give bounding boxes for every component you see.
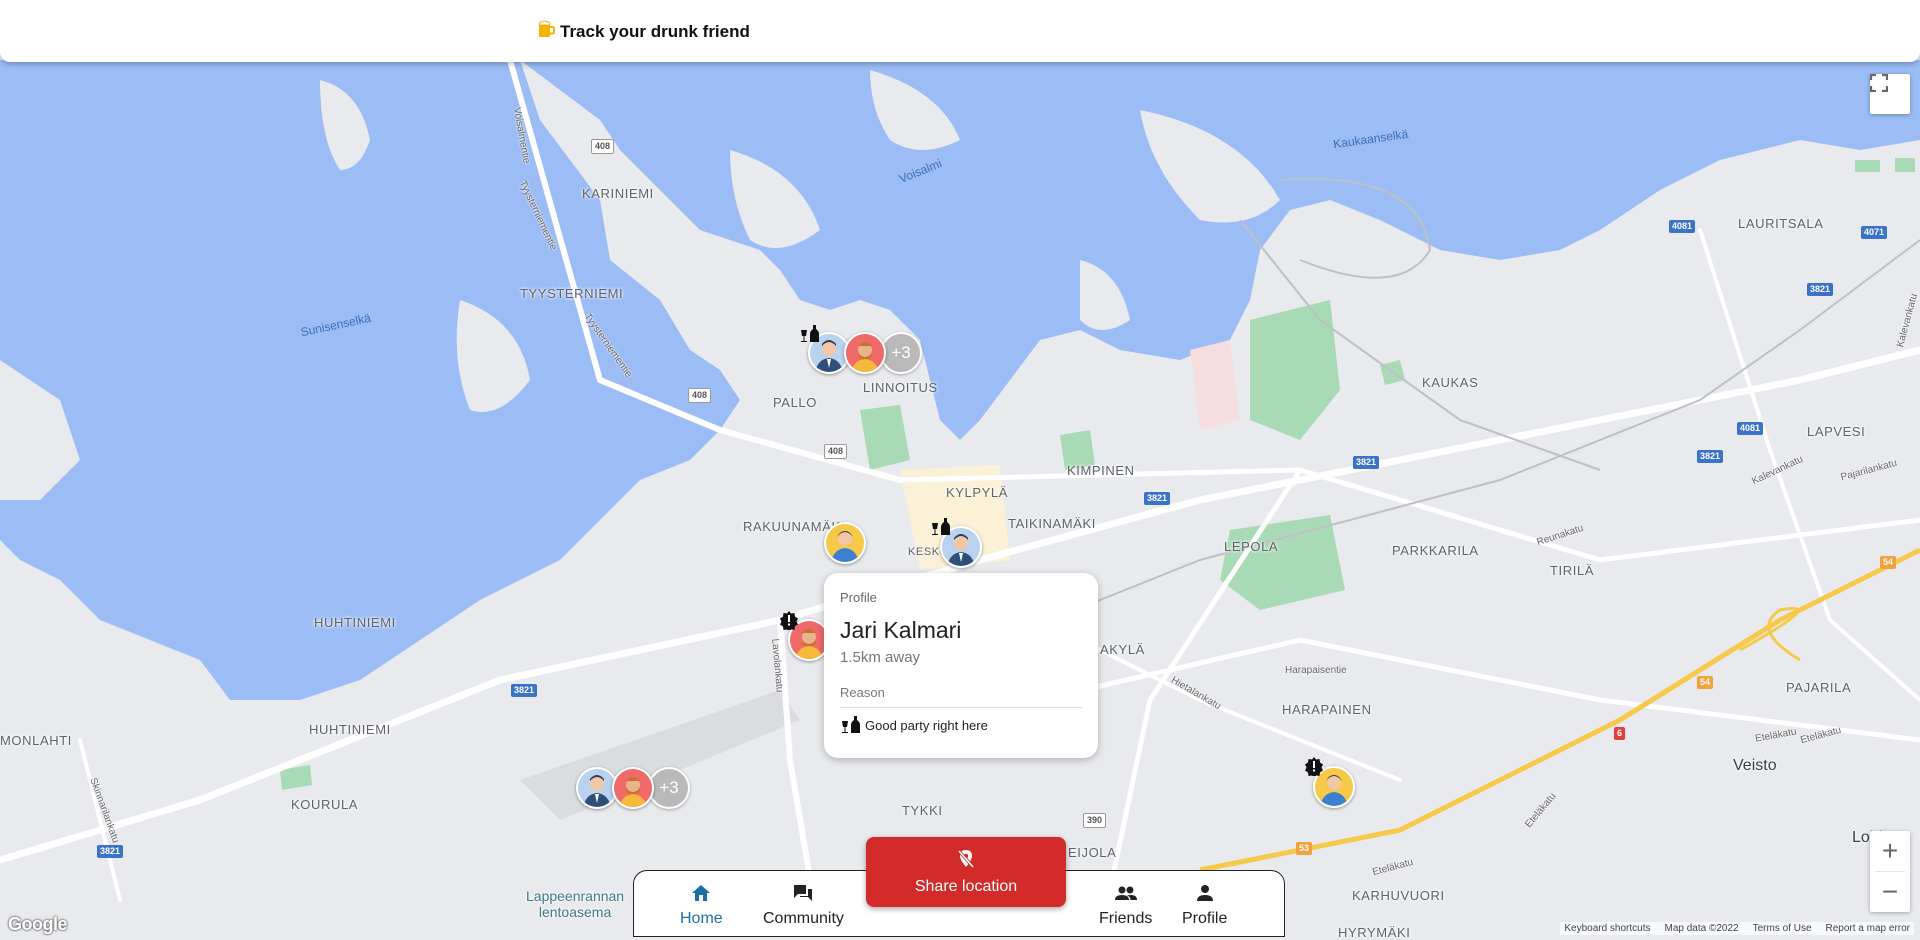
popup-reason-label: Reason <box>840 685 885 700</box>
terms-link[interactable]: Terms of Use <box>1753 923 1812 934</box>
brand: Track your drunk friend <box>536 19 750 44</box>
drinks-icon <box>840 713 862 738</box>
forum-icon <box>792 883 814 908</box>
friend-avatar[interactable] <box>612 767 654 809</box>
shield-408: 408 <box>688 388 712 403</box>
zoom-control: + − <box>1870 831 1910 912</box>
place-tirila: TIRILÄ <box>1550 563 1595 578</box>
share-location-button[interactable]: Share location <box>866 837 1066 907</box>
report-error-link[interactable]: Report a map error <box>1826 923 1910 934</box>
place-kaukas: KAUKAS <box>1422 375 1479 390</box>
place-taikinamaki: TAIKINAMÄKI <box>1008 516 1096 531</box>
airport-line1: Lappeenrannan <box>526 888 625 904</box>
shield-53: 53 <box>1296 842 1313 855</box>
shield-6: 6 <box>1614 727 1626 740</box>
shield-4081: 4081 <box>1737 422 1764 435</box>
google-logo: Google <box>8 914 68 934</box>
fullscreen-button[interactable] <box>1870 74 1910 114</box>
popup-name: Jari Kalmari <box>840 617 962 643</box>
map[interactable]: KARINIEMI TYYSTERNIEMI PALLO LINNOITUS K… <box>0 0 1920 940</box>
place-linnoitus: LINNOITUS <box>863 380 938 395</box>
place-lapvesi: LAPVESI <box>1807 424 1866 439</box>
place-tyysterniemi: TYYSTERNIEMI <box>520 286 624 301</box>
shield-408: 408 <box>824 444 848 459</box>
map-canvas[interactable] <box>0 0 1920 937</box>
place-kimpinen: KIMPINEN <box>1067 463 1135 478</box>
friend-cluster-linnoitus[interactable]: +3 <box>808 332 922 374</box>
place-harapainen: HARAPAINEN <box>1282 702 1372 717</box>
shield-3821: 3821 <box>1697 450 1724 463</box>
nav-friends[interactable]: Friends <box>1099 883 1152 928</box>
beer-mug-icon <box>536 19 556 44</box>
home-icon <box>690 883 712 908</box>
zoom-out-button[interactable]: − <box>1870 872 1910 912</box>
place-hyrymaki: HYRYMÄKI <box>1338 925 1411 940</box>
place-kourula: KOURULA <box>291 797 359 812</box>
place-huhtiniemi-south: HUHTINIEMI <box>309 722 391 737</box>
place-kylpyla: KYLPYLÄ <box>946 485 1009 500</box>
people-icon <box>1114 883 1138 908</box>
zoom-in-button[interactable]: + <box>1870 831 1910 871</box>
place-eijola: EIJOLA <box>1068 845 1117 860</box>
place-pallo: PALLO <box>773 395 817 410</box>
nav-home[interactable]: Home <box>680 883 723 928</box>
cluster-more-count[interactable]: +3 <box>880 332 922 374</box>
popup-reason: Good party right here <box>840 713 988 738</box>
shield-54: 54 <box>1697 676 1714 689</box>
person-icon <box>1194 883 1216 908</box>
place-parkkarila: PARKKARILA <box>1392 543 1479 558</box>
shield-3821: 3821 <box>1353 456 1380 469</box>
friend-marker-rakuunamaki[interactable] <box>824 522 866 564</box>
nav-community-label: Community <box>763 910 844 927</box>
friend-avatar[interactable] <box>844 332 886 374</box>
location-off-icon <box>956 849 976 874</box>
nav-community[interactable]: Community <box>763 883 844 928</box>
place-monlahti: MONLAHTI <box>0 733 72 748</box>
popup-distance: 1.5km away <box>840 649 921 666</box>
share-location-label: Share location <box>914 877 1018 895</box>
place-huhtiniemi-north: HUHTINIEMI <box>314 615 396 630</box>
shield-4071: 4071 <box>1861 226 1888 239</box>
place-pajarila: PAJARILA <box>1786 680 1852 695</box>
shield-3821: 3821 <box>511 684 538 697</box>
shield-4081: 4081 <box>1669 220 1696 233</box>
friend-cluster-airport[interactable]: +3 <box>576 767 690 809</box>
popup-divider <box>840 707 1082 708</box>
shield-3821: 3821 <box>97 845 124 858</box>
map-attribution: Keyboard shortcuts Map data ©2022 Terms … <box>1560 922 1914 935</box>
popup-kicker: Profile <box>840 590 877 605</box>
app-header: Track your drunk friend <box>0 0 1920 62</box>
map-data-text: Map data ©2022 <box>1664 923 1739 934</box>
shield-3821: 3821 <box>1144 492 1171 505</box>
place-lepola: LEPOLA <box>1224 539 1279 554</box>
airport-line2: lentoasema <box>538 904 612 920</box>
place-tykki: TYKKI <box>902 803 943 818</box>
place-veisto: Veisto <box>1733 757 1777 774</box>
nav-profile[interactable]: Profile <box>1182 883 1227 928</box>
nav-profile-label: Profile <box>1182 910 1228 927</box>
road-harapaisentie: Harapaisentie <box>1285 665 1347 676</box>
app-title: Track your drunk friend <box>560 21 750 41</box>
nav-friends-label: Friends <box>1099 910 1153 927</box>
place-karhuvuori: KARHUVUORI <box>1352 888 1445 903</box>
cluster-more-count[interactable]: +3 <box>648 767 690 809</box>
shield-390: 390 <box>1083 813 1107 828</box>
shield-54: 54 <box>1880 556 1897 569</box>
place-karinniemi: KARINIEMI <box>582 186 654 201</box>
place-akyla: AKYLÄ <box>1100 642 1145 657</box>
profile-popup[interactable]: Profile Jari Kalmari 1.5km away Reason G… <box>824 573 1098 758</box>
nav-home-label: Home <box>680 910 723 927</box>
popup-reason-text: Good party right here <box>865 718 988 733</box>
place-airport: Lappeenrannan lentoasema <box>526 888 624 920</box>
keyboard-shortcuts-link[interactable]: Keyboard shortcuts <box>1564 923 1650 934</box>
place-lauritsala: LAURITSALA <box>1738 216 1824 231</box>
shield-408: 408 <box>591 139 615 154</box>
friend-avatar[interactable] <box>824 522 866 564</box>
shield-3821: 3821 <box>1807 283 1834 296</box>
